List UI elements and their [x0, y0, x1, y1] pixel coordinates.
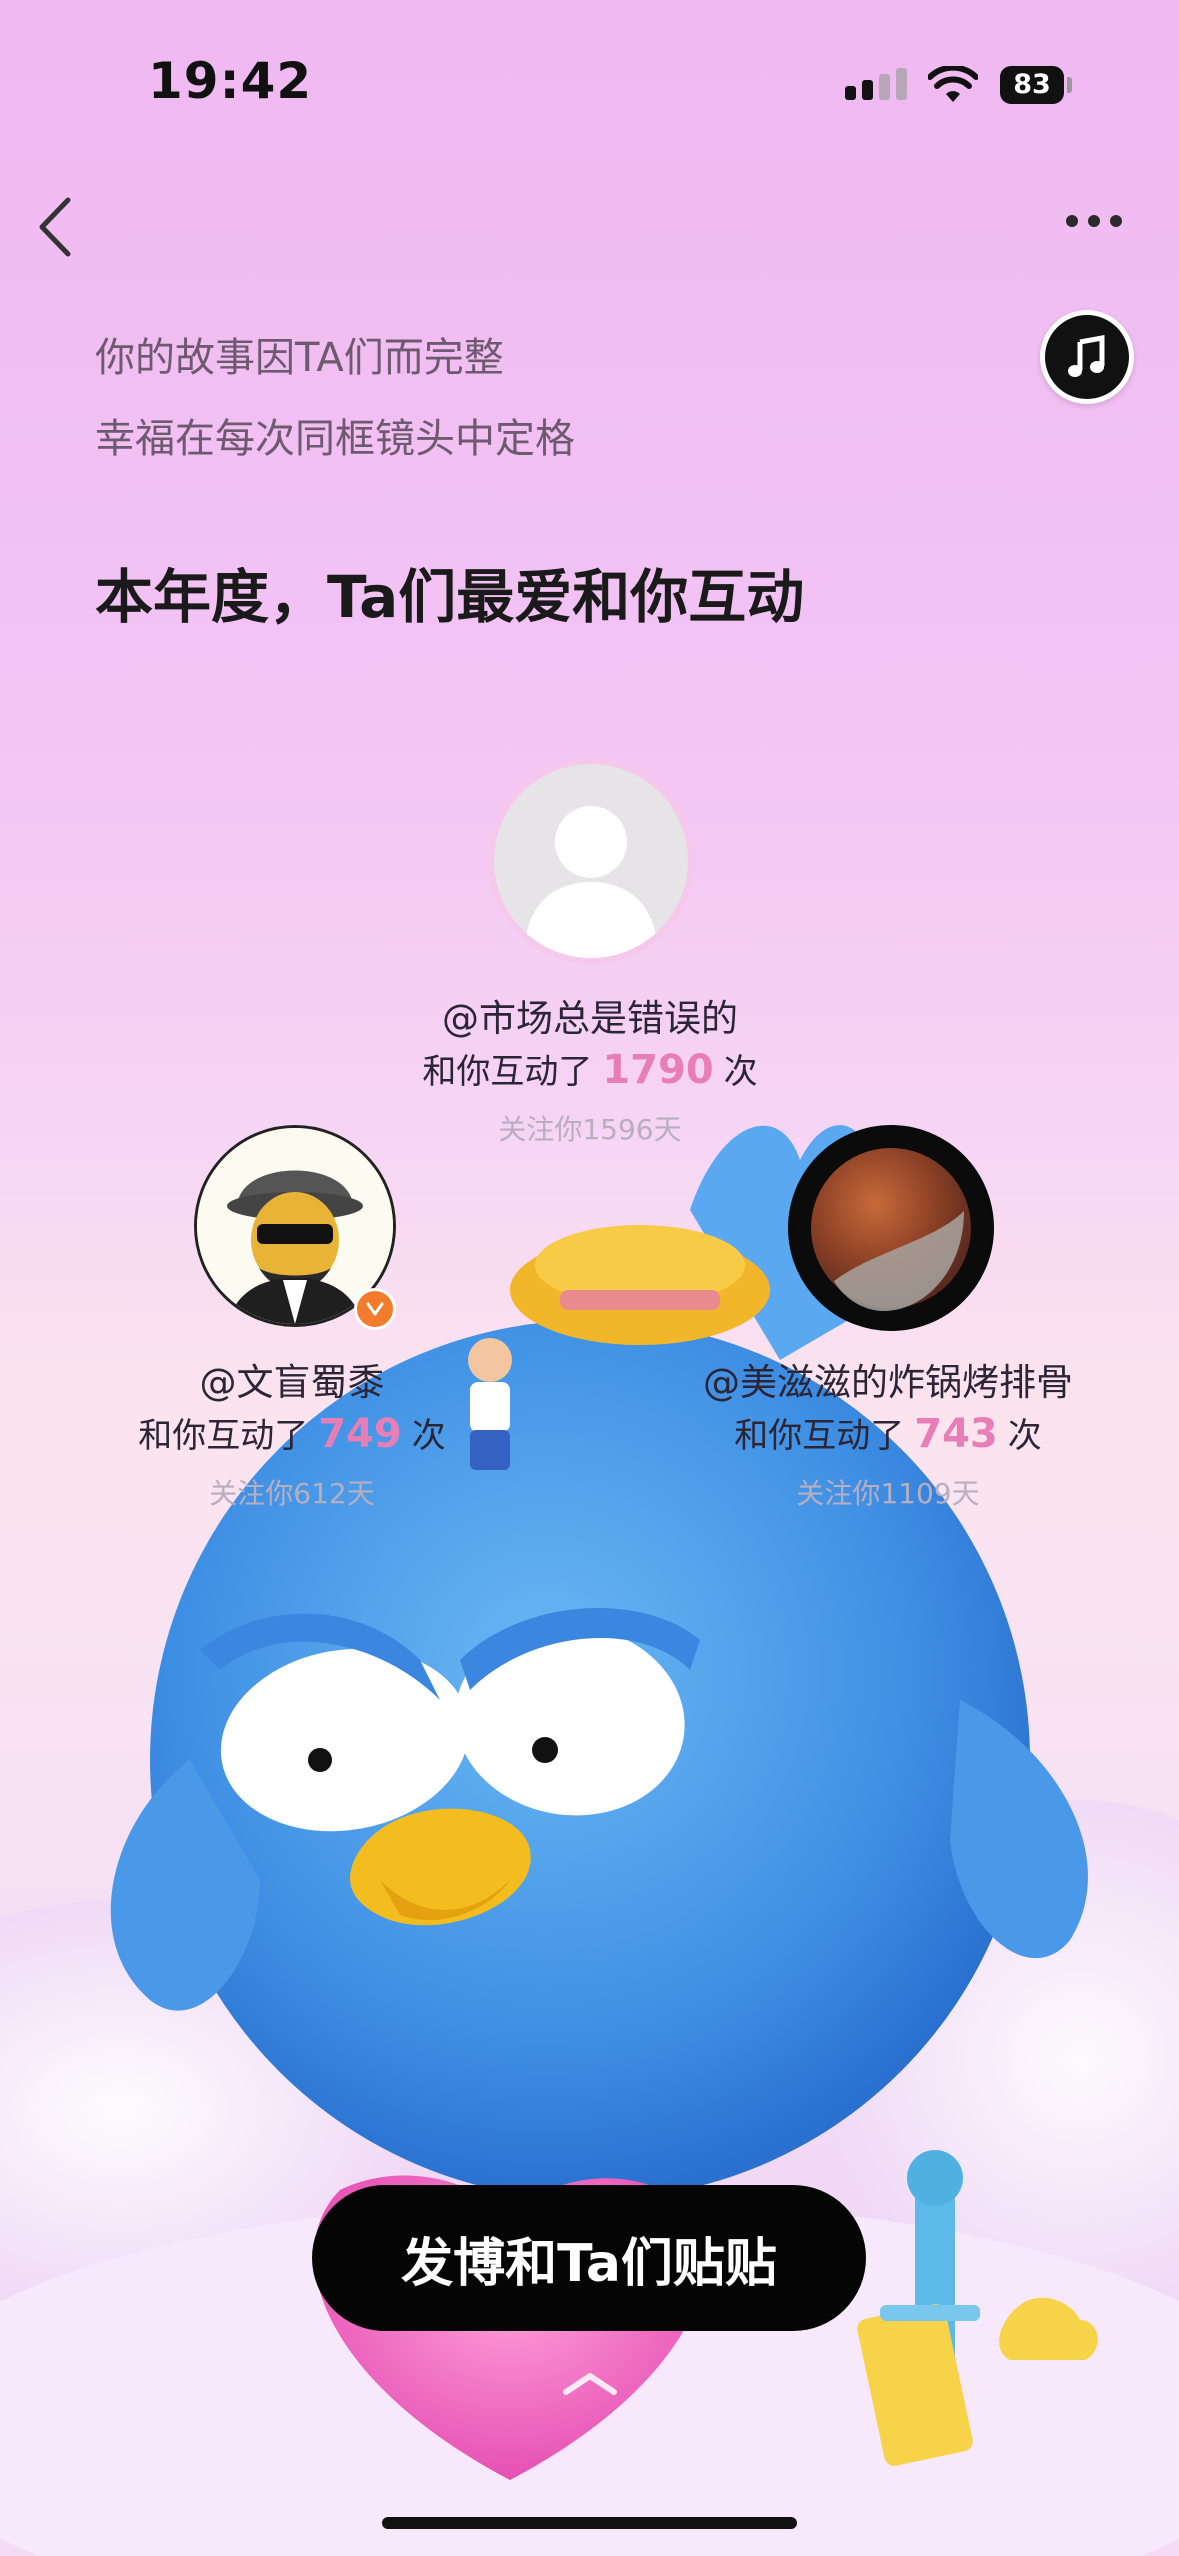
- wifi-icon: [928, 66, 978, 102]
- music-note-icon: [1068, 335, 1105, 377]
- chevron-up-icon: [563, 2373, 617, 2395]
- page-headline: 本年度，Ta们最爱和你互动: [95, 563, 805, 631]
- follow-days-user-1: 关注你1596天: [498, 1113, 682, 1146]
- avatar-user-1[interactable]: [488, 758, 694, 964]
- home-indicator[interactable]: [382, 2517, 797, 2529]
- interaction-prefix: 和你互动了: [138, 1416, 309, 1456]
- scroll-up-button[interactable]: [560, 2368, 620, 2402]
- music-button[interactable]: [1040, 310, 1134, 404]
- username-user-2[interactable]: @文盲蜀黍: [200, 1352, 385, 1406]
- follow-days-user-3: 关注你1109天: [796, 1477, 980, 1510]
- interaction-count: 749: [318, 1411, 402, 1457]
- lunar-eclipse-avatar-icon: [794, 1131, 988, 1325]
- interaction-prefix: 和你互动了: [734, 1416, 905, 1456]
- follow-days-user-2: 关注你612天: [209, 1477, 375, 1510]
- interaction-user-1: 和你互动了 1790 次: [422, 1044, 757, 1093]
- back-button[interactable]: [30, 192, 90, 262]
- username-user-3[interactable]: @美滋滋的炸锅烤排骨: [703, 1352, 1073, 1406]
- cellular-signal-icon: [845, 68, 913, 100]
- status-time: 19:42: [148, 52, 313, 110]
- avatar-user-3[interactable]: [788, 1125, 994, 1331]
- more-icon: [1066, 212, 1132, 231]
- interaction-unit: 次: [411, 1416, 446, 1456]
- interaction-unit: 次: [723, 1052, 758, 1092]
- post-with-them-button[interactable]: 发博和Ta们贴贴: [312, 2185, 866, 2331]
- interaction-count: 743: [914, 1411, 998, 1457]
- username-user-1[interactable]: @市场总是错误的: [442, 988, 738, 1042]
- default-avatar-icon: [524, 806, 658, 958]
- mascot-bird-illustration: [0, 1125, 1179, 2556]
- interaction-prefix: 和你互动了: [422, 1052, 593, 1092]
- interaction-user-2: 和你互动了 749 次: [138, 1408, 446, 1457]
- verified-badge-icon: [354, 1288, 396, 1330]
- back-icon: [39, 197, 71, 257]
- intro-line-2: 幸福在每次同框镜头中定格: [95, 416, 575, 462]
- interaction-count: 1790: [602, 1047, 714, 1093]
- battery-icon: 83: [1000, 66, 1064, 104]
- interaction-user-3: 和你互动了 743 次: [734, 1408, 1042, 1457]
- interaction-unit: 次: [1007, 1416, 1042, 1456]
- more-button[interactable]: [1066, 212, 1136, 242]
- battery-tip: [1067, 77, 1072, 93]
- intro-line-1: 你的故事因TA们而完整: [95, 335, 504, 381]
